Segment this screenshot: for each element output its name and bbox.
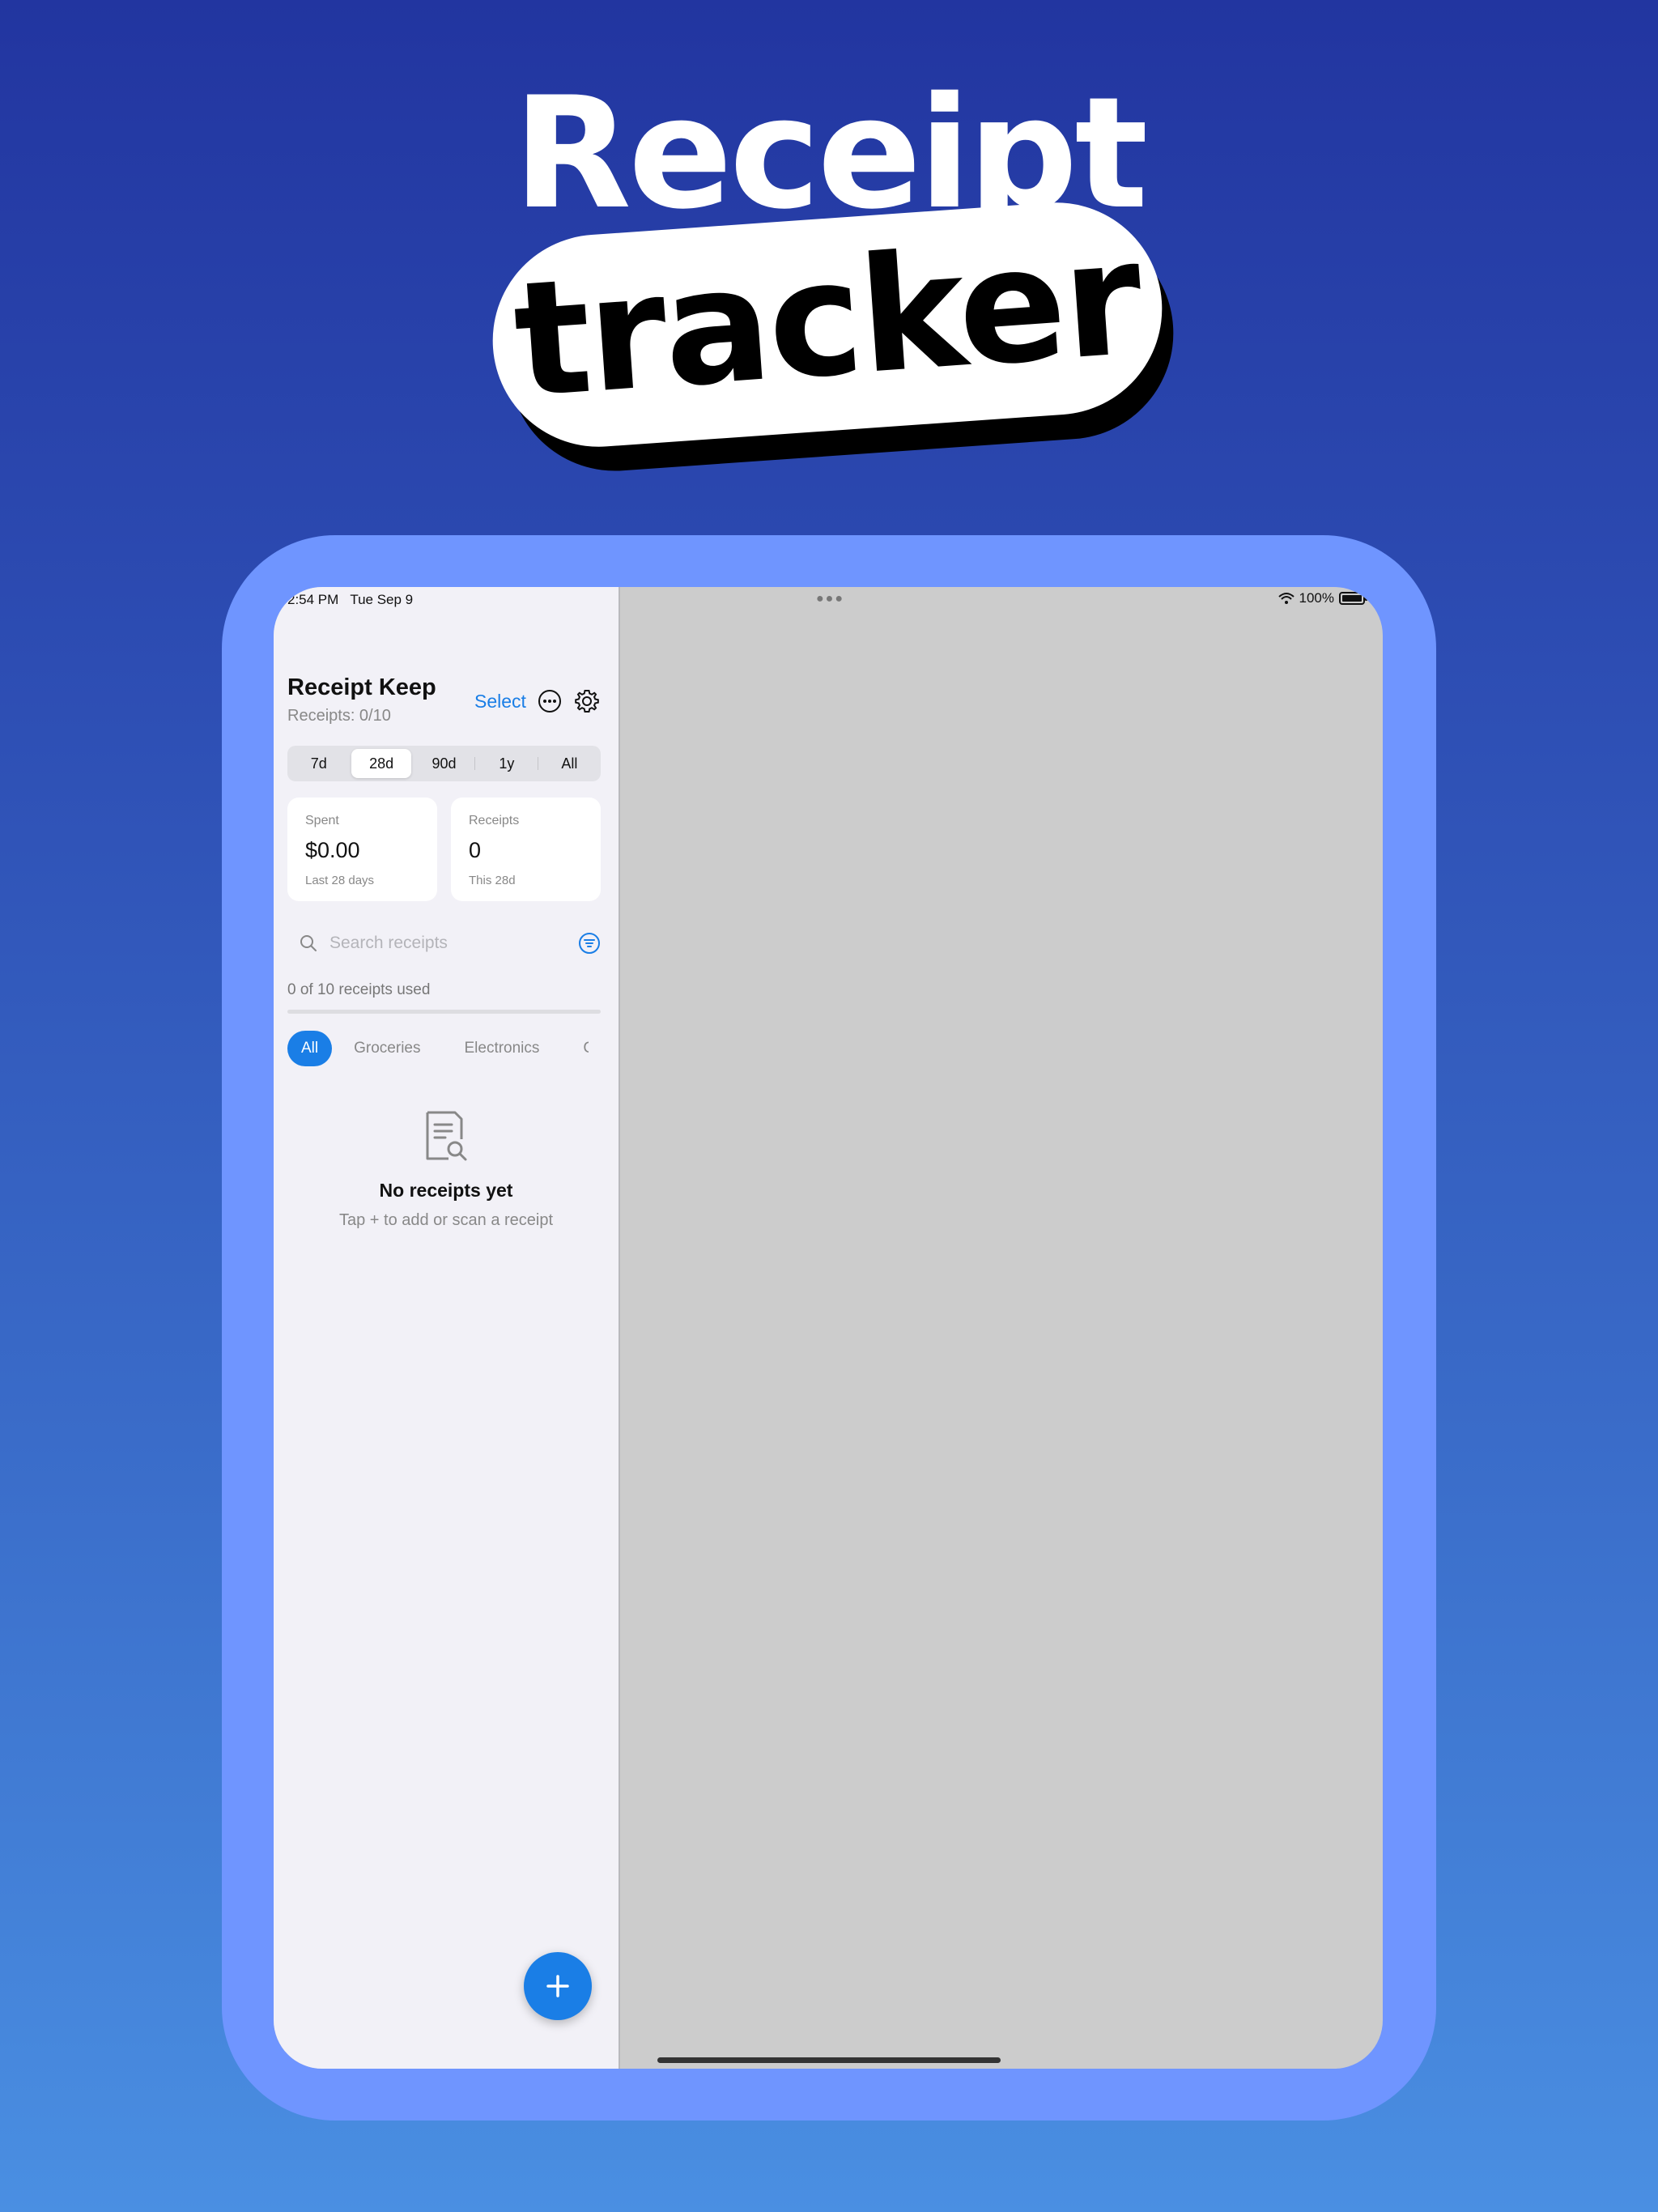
plus-icon xyxy=(546,1975,569,1997)
status-time: 2:54 PM xyxy=(287,592,339,607)
battery-icon xyxy=(1339,592,1367,605)
category-chip-groceries[interactable]: Groceries xyxy=(332,1031,442,1066)
empty-title: No receipts yet xyxy=(379,1180,513,1201)
search-input[interactable]: Search receipts xyxy=(329,934,448,953)
ipad-frame: 2:54 PM Tue Sep 9 Receipt Keep Receipts: … xyxy=(222,535,1436,2121)
multitasking-dots-icon[interactable]: ●●● xyxy=(816,592,844,606)
spent-card: Spent $0.00 Last 28 days xyxy=(287,798,437,901)
receipts-period: This 28d xyxy=(469,874,516,887)
receipts-card: Receipts 0 This 28d xyxy=(451,798,601,901)
select-button[interactable]: Select xyxy=(474,691,526,713)
category-chips: AllGroceriesElectronicsCl xyxy=(287,1031,589,1068)
filter-icon[interactable] xyxy=(578,932,601,955)
battery-percent: 100% xyxy=(1299,590,1334,606)
receipts-label: Receipts xyxy=(469,814,520,827)
search-field[interactable]: Search receipts xyxy=(287,927,601,959)
headline-receipt: Receipt xyxy=(512,64,1149,243)
sidebar: 2:54 PM Tue Sep 9 Receipt Keep Receipts: … xyxy=(274,587,620,2069)
more-icon[interactable] xyxy=(538,689,562,713)
app-title: Receipt Keep xyxy=(287,674,436,700)
receipt-search-icon xyxy=(426,1111,467,1161)
spent-value: $0.00 xyxy=(305,838,360,862)
spent-label: Spent xyxy=(305,814,339,827)
ipad-screen: 2:54 PM Tue Sep 9 Receipt Keep Receipts: … xyxy=(274,587,1383,2069)
range-tab-1y[interactable]: 1y xyxy=(474,749,536,778)
gear-icon[interactable] xyxy=(574,688,600,714)
add-receipt-button[interactable] xyxy=(524,1952,592,2020)
category-chip-electronics[interactable]: Electronics xyxy=(442,1031,561,1066)
category-chip-clothing[interactable]: Cl xyxy=(561,1031,589,1066)
category-chip-all[interactable]: All xyxy=(287,1031,333,1066)
usage-text: 0 of 10 receipts used xyxy=(287,981,431,998)
status-indicators: 100% xyxy=(1278,590,1367,606)
usage-progress xyxy=(287,1010,601,1014)
spent-period: Last 28 days xyxy=(305,874,375,887)
empty-subtitle: Tap + to add or scan a receipt xyxy=(338,1211,554,1229)
home-indicator[interactable] xyxy=(657,2057,1001,2063)
range-tab-28d[interactable]: 28d xyxy=(351,749,411,778)
date-range-control: 7d 28d 90d 1y All xyxy=(287,746,601,781)
range-tab-all[interactable]: All xyxy=(537,749,599,778)
wifi-icon xyxy=(1278,593,1295,604)
receipt-count: Receipts: 0/10 xyxy=(287,707,391,725)
search-icon xyxy=(300,935,317,951)
range-tab-7d[interactable]: 7d xyxy=(289,749,348,778)
empty-state: No receipts yet Tap + to add or scan a r… xyxy=(274,1110,619,1230)
status-time-date: 2:54 PM Tue Sep 9 xyxy=(287,592,424,608)
receipts-value: 0 xyxy=(469,838,482,862)
marketing-headline: Receipt tracker xyxy=(0,0,1658,502)
status-date: Tue Sep 9 xyxy=(350,592,414,607)
range-tab-90d[interactable]: 90d xyxy=(414,749,474,778)
